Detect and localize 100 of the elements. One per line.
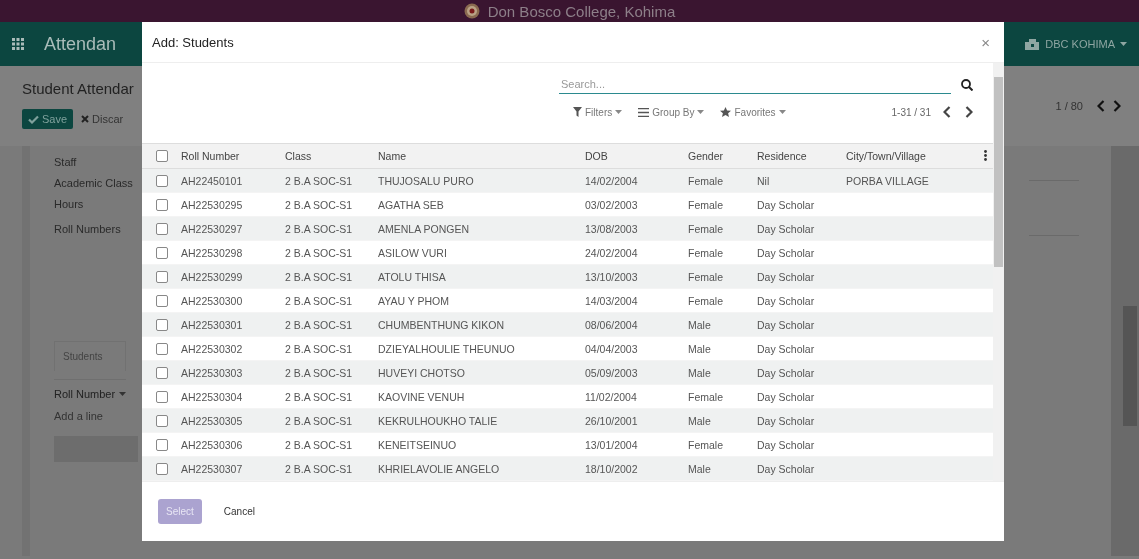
table-cell: 2 B.A SOC-S1 [285, 438, 353, 451]
discard-button[interactable]: Discar [81, 113, 124, 125]
table-cell: 2 B.A SOC-S1 [285, 342, 353, 355]
row-checkbox[interactable] [156, 198, 168, 211]
row-checkbox[interactable] [156, 342, 168, 355]
column-header[interactable]: Name [378, 143, 585, 169]
table-cell: ATOLU THISA [378, 270, 446, 283]
row-checkbox[interactable] [156, 174, 168, 187]
breadcrumb: Student Attendar [22, 80, 135, 97]
row-checkbox[interactable] [156, 246, 168, 259]
more-icon[interactable] [984, 149, 987, 161]
table-cell: 26/10/2001 [585, 414, 638, 427]
filter-dropdown[interactable]: Group By [638, 106, 705, 118]
field-label: Staff [54, 156, 77, 170]
column-header[interactable]: City/Town/Village [846, 143, 954, 169]
table-cell: PORBA VILLAGE [846, 174, 929, 187]
column-header[interactable]: Roll Number [181, 143, 285, 169]
table-cell: KAOVINE VENUH [378, 390, 465, 403]
table-cell: 13/01/2004 [585, 438, 638, 451]
add-line-link[interactable]: Add a line [54, 410, 103, 422]
row-checkbox[interactable] [156, 390, 168, 403]
table-cell: Day Scholar [757, 198, 815, 211]
row-checkbox[interactable] [156, 414, 168, 427]
filter-dropdown[interactable]: Filters [573, 106, 623, 118]
table-cell: Female [688, 198, 723, 211]
chevron-left-icon[interactable] [943, 106, 951, 118]
table-cell: Day Scholar [757, 294, 815, 307]
chevron-right-icon[interactable] [965, 106, 973, 118]
building-icon [1024, 37, 1041, 51]
table-cell: 2 B.A SOC-S1 [285, 462, 353, 475]
table-cell: KENEITSEINUO [378, 438, 457, 451]
row-checkbox[interactable] [156, 294, 168, 307]
table-cell: AH22530305 [181, 414, 243, 427]
table-cell: Day Scholar [757, 438, 815, 451]
scrollbar[interactable] [993, 63, 1004, 481]
record-pager: 1 / 80 [1055, 100, 1083, 112]
row-checkbox[interactable] [156, 222, 168, 235]
table-cell: 08/06/2004 [585, 318, 638, 331]
table-cell: AH22530307 [181, 462, 243, 475]
table-cell: AH22530295 [181, 198, 243, 211]
table-cell: AH22530299 [181, 270, 243, 283]
row-checkbox[interactable] [156, 318, 168, 331]
table-cell: 2 B.A SOC-S1 [285, 318, 353, 331]
table-cell: 04/04/2003 [585, 342, 638, 355]
table-cell: Day Scholar [757, 414, 815, 427]
column-header[interactable]: Residence [757, 143, 846, 169]
table-cell: AH22530302 [181, 342, 243, 355]
table-cell: AGATHA SEB [378, 198, 444, 211]
dialog-title: Add: Students [152, 34, 234, 50]
table-cell: Female [688, 390, 723, 403]
table-cell: 24/02/2004 [585, 246, 638, 259]
save-button[interactable]: Save [22, 109, 74, 129]
search-icon[interactable] [961, 78, 973, 91]
cancel-button[interactable]: Cancel [215, 499, 263, 524]
field-label: Hours [54, 198, 84, 212]
table-cell: AH22450101 [181, 174, 243, 187]
list-icon [638, 107, 650, 117]
select-all-checkbox[interactable] [156, 150, 168, 162]
table-cell: Male [688, 414, 711, 427]
company-name[interactable]: DBC KOHIMA [1045, 38, 1115, 50]
table-cell: Day Scholar [757, 318, 815, 331]
row-checkbox[interactable] [156, 270, 168, 283]
table-cell: Nil [757, 174, 770, 187]
table-cell: Female [688, 222, 723, 235]
app-name[interactable]: Attendan [44, 33, 117, 55]
caret-icon [778, 110, 786, 114]
table-cell: Female [688, 294, 723, 307]
table-cell: Male [688, 342, 711, 355]
table-cell: AH22530303 [181, 366, 243, 379]
field-label: Academic Class [54, 177, 133, 191]
table-cell: AH22530297 [181, 222, 243, 235]
table-cell: 14/02/2004 [585, 174, 638, 187]
app-title: Don Bosco College, Kohima [487, 2, 676, 20]
column-header[interactable]: Class [285, 143, 378, 169]
table-cell: Female [688, 270, 723, 283]
filter-dropdown[interactable]: Favorites [720, 106, 786, 118]
apps-grid-icon[interactable] [12, 38, 24, 50]
close-button[interactable]: × [981, 33, 990, 51]
table-cell: AYAU Y PHOM [378, 294, 449, 307]
caret-icon [615, 110, 623, 114]
table-cell: Female [688, 174, 723, 187]
row-checkbox[interactable] [156, 438, 168, 451]
table-cell: 2 B.A SOC-S1 [285, 174, 353, 187]
table-cell: ASILOW VURI [378, 246, 447, 259]
table-cell: Day Scholar [757, 390, 815, 403]
close-icon [81, 115, 90, 123]
scrollbar[interactable] [1111, 146, 1139, 556]
table-cell: Day Scholar [757, 270, 815, 283]
chevron-left-icon[interactable] [1097, 100, 1105, 112]
table-cell: Female [688, 438, 723, 451]
chevron-right-icon[interactable] [1113, 100, 1121, 112]
row-checkbox[interactable] [156, 462, 168, 475]
table-cell: Day Scholar [757, 222, 815, 235]
column-header[interactable]: Gender [688, 143, 757, 169]
table-cell: 2 B.A SOC-S1 [285, 222, 353, 235]
table-cell: AH22530301 [181, 318, 243, 331]
table-cell: 13/10/2003 [585, 270, 638, 283]
column-header[interactable]: Roll Number [54, 388, 116, 400]
row-checkbox[interactable] [156, 366, 168, 379]
column-header[interactable]: DOB [585, 143, 688, 169]
